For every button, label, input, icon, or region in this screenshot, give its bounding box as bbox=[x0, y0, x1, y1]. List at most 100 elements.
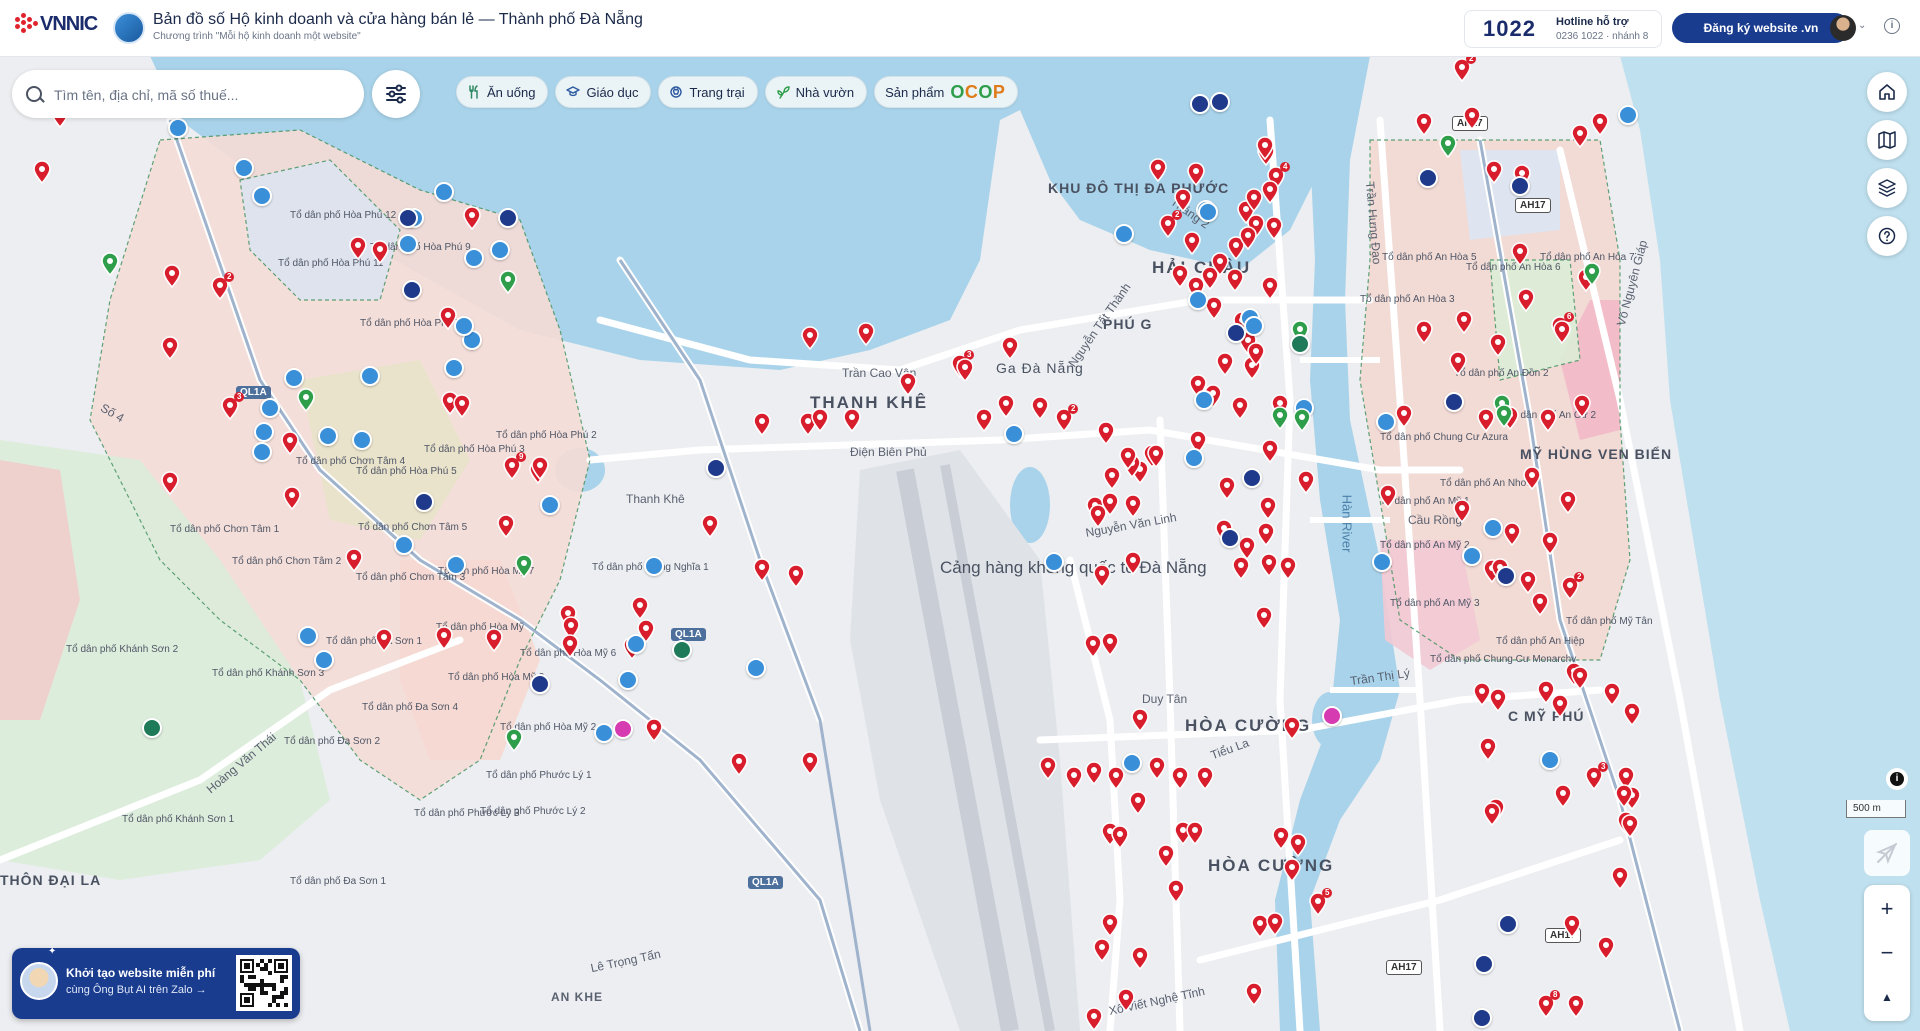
school-marker[interactable] bbox=[1190, 94, 1210, 114]
store-marker[interactable] bbox=[454, 316, 474, 336]
store-marker[interactable] bbox=[464, 248, 484, 268]
shop-marker[interactable] bbox=[1088, 504, 1108, 528]
shop-marker[interactable] bbox=[1582, 262, 1602, 286]
shop-marker[interactable] bbox=[1540, 531, 1560, 555]
shop-marker[interactable] bbox=[1092, 938, 1112, 962]
shop-marker[interactable] bbox=[856, 322, 876, 346]
shop-marker[interactable] bbox=[1553, 784, 1573, 808]
store-marker[interactable] bbox=[394, 535, 414, 555]
store-marker[interactable] bbox=[1462, 546, 1482, 566]
home-button[interactable] bbox=[1867, 72, 1907, 112]
store-marker[interactable] bbox=[318, 426, 338, 446]
shop-marker[interactable] bbox=[800, 326, 820, 350]
shop-marker[interactable] bbox=[1106, 766, 1126, 790]
school-marker[interactable] bbox=[1418, 168, 1438, 188]
store-marker[interactable] bbox=[1114, 224, 1134, 244]
shop-marker[interactable] bbox=[1454, 310, 1474, 334]
shop-marker[interactable] bbox=[1462, 106, 1482, 130]
shop-marker[interactable] bbox=[1096, 421, 1116, 445]
shop-marker[interactable] bbox=[1488, 333, 1508, 357]
shop-marker[interactable] bbox=[1590, 112, 1610, 136]
store-marker[interactable] bbox=[1004, 424, 1024, 444]
locate-button[interactable] bbox=[1864, 830, 1910, 876]
shop-marker[interactable] bbox=[1620, 814, 1640, 838]
school-marker[interactable] bbox=[1498, 914, 1518, 934]
chevron-down-icon[interactable]: ⌄ bbox=[1858, 20, 1866, 31]
shop-marker[interactable] bbox=[1215, 352, 1235, 376]
shop-marker[interactable] bbox=[1255, 136, 1275, 160]
shop-marker[interactable] bbox=[1282, 858, 1302, 882]
school-marker[interactable] bbox=[706, 458, 726, 478]
music-marker[interactable] bbox=[1322, 706, 1342, 726]
register-website-button[interactable]: Đăng ký website .vn bbox=[1672, 13, 1850, 43]
shop-marker[interactable] bbox=[752, 412, 772, 436]
shop-marker[interactable] bbox=[1123, 494, 1143, 518]
chip-trang-trai[interactable]: Trang trại bbox=[658, 76, 758, 108]
shop-marker[interactable] bbox=[955, 358, 975, 382]
shop-marker[interactable] bbox=[1182, 231, 1202, 255]
shop-marker[interactable] bbox=[1502, 522, 1522, 546]
store-marker[interactable] bbox=[284, 368, 304, 388]
shop-marker[interactable] bbox=[1258, 496, 1278, 520]
store-marker[interactable] bbox=[252, 186, 272, 206]
shop-marker[interactable] bbox=[1562, 914, 1582, 938]
map-canvas[interactable]: KHU ĐÔ THỊ ĐA PHƯỚC HẢI CHÂU THANH KHÊ P… bbox=[0, 56, 1920, 1031]
shop-marker[interactable] bbox=[1570, 666, 1590, 690]
store-marker[interactable] bbox=[398, 234, 418, 254]
shop-marker[interactable] bbox=[1170, 766, 1190, 790]
store-marker[interactable] bbox=[1194, 390, 1214, 410]
shop-marker[interactable] bbox=[1596, 936, 1616, 960]
shop-marker[interactable] bbox=[282, 486, 302, 510]
shop-marker[interactable] bbox=[1572, 394, 1592, 418]
shop-marker[interactable] bbox=[452, 394, 472, 418]
shop-marker[interactable] bbox=[1610, 866, 1630, 890]
school-marker[interactable] bbox=[414, 492, 434, 512]
store-marker[interactable] bbox=[644, 556, 664, 576]
promo-subtitle[interactable]: cùng Ông Bụt AI trên Zalo → bbox=[66, 984, 207, 996]
shop-marker[interactable] bbox=[1452, 499, 1472, 523]
school-marker[interactable] bbox=[402, 280, 422, 300]
shop-marker[interactable] bbox=[1148, 158, 1168, 182]
store-marker[interactable] bbox=[1122, 753, 1142, 773]
shop-marker[interactable] bbox=[280, 431, 300, 455]
shop-marker[interactable] bbox=[729, 752, 749, 776]
shop-marker[interactable] bbox=[1566, 994, 1586, 1018]
shop-marker[interactable] bbox=[1256, 522, 1276, 546]
school-marker[interactable] bbox=[1496, 566, 1516, 586]
shop-marker[interactable] bbox=[1292, 408, 1312, 432]
shop-marker[interactable] bbox=[800, 751, 820, 775]
shop-marker[interactable] bbox=[1522, 466, 1542, 490]
school-marker[interactable] bbox=[1474, 954, 1494, 974]
shop-marker[interactable] bbox=[1265, 912, 1285, 936]
chip-nha-vuon[interactable]: Nhà vườn bbox=[764, 76, 868, 108]
shop-marker[interactable] bbox=[1244, 982, 1264, 1006]
shop-marker[interactable] bbox=[370, 240, 390, 264]
store-marker[interactable] bbox=[1044, 552, 1064, 572]
store-marker[interactable] bbox=[618, 670, 638, 690]
store-marker[interactable] bbox=[490, 240, 510, 260]
store-marker[interactable] bbox=[1244, 316, 1264, 336]
shop-marker[interactable] bbox=[434, 626, 454, 650]
store-marker[interactable] bbox=[360, 366, 380, 386]
shop-marker[interactable] bbox=[898, 372, 918, 396]
shop-marker[interactable] bbox=[496, 514, 516, 538]
shop-marker[interactable] bbox=[752, 558, 772, 582]
school-marker[interactable] bbox=[530, 674, 550, 694]
chip-san-pham-ocop[interactable]: Sản phẩm OCOP bbox=[874, 76, 1019, 108]
shop-marker[interactable] bbox=[344, 548, 364, 572]
shop-marker[interactable] bbox=[160, 471, 180, 495]
shop-marker[interactable] bbox=[700, 514, 720, 538]
store-marker[interactable] bbox=[234, 158, 254, 178]
shop-marker[interactable] bbox=[1622, 702, 1642, 726]
shop-marker[interactable] bbox=[1414, 320, 1434, 344]
shop-marker[interactable] bbox=[1225, 268, 1245, 292]
store-marker[interactable] bbox=[252, 442, 272, 462]
store-marker[interactable] bbox=[1372, 552, 1392, 572]
vnnic-logo[interactable]: VNNIC bbox=[14, 12, 98, 36]
school-marker[interactable] bbox=[1510, 176, 1530, 196]
shop-marker[interactable] bbox=[1254, 606, 1274, 630]
store-marker[interactable] bbox=[626, 634, 646, 654]
shop-marker[interactable] bbox=[484, 628, 504, 652]
shop-marker[interactable] bbox=[1602, 682, 1622, 706]
filter-button[interactable] bbox=[372, 70, 420, 118]
